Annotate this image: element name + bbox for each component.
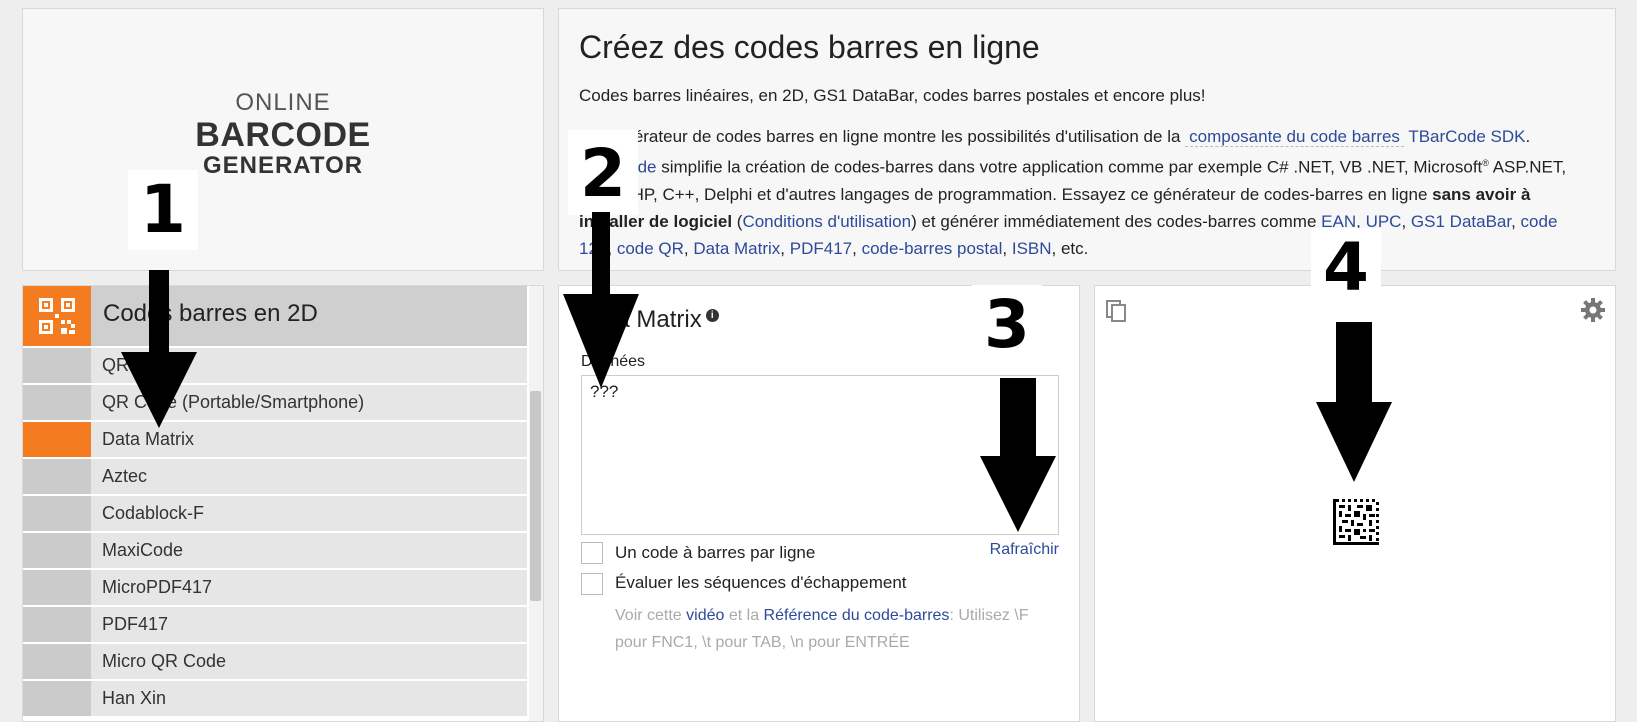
list-item-maxicode[interactable]: MaxiCode bbox=[23, 533, 527, 568]
refresh-link[interactable]: Rafraîchir bbox=[990, 541, 1059, 559]
list-item-label: PDF417 bbox=[102, 614, 169, 634]
list-item-qr-code[interactable]: QR Code bbox=[23, 348, 527, 383]
list-item-label: Codablock-F bbox=[102, 503, 205, 523]
one-barcode-per-line-label: Un code à barres par ligne bbox=[615, 543, 816, 562]
qr-code-icon bbox=[23, 286, 91, 346]
escape-hint: Voir cette vidéo et la Référence du code… bbox=[615, 602, 1055, 656]
annotation-number-2: 2 bbox=[568, 130, 638, 215]
list-item-pdf417[interactable]: PDF417 bbox=[23, 607, 527, 642]
list-item-codablock-f[interactable]: Codablock-F bbox=[23, 496, 527, 531]
list-item-label: Data Matrix bbox=[102, 429, 195, 449]
annotation-number-4: 4 bbox=[1311, 228, 1381, 308]
list-item-label: Aztec bbox=[102, 466, 148, 486]
hint-text: Voir cette bbox=[615, 607, 687, 624]
list-item-label: Micro QR Code bbox=[102, 651, 227, 671]
list-item-label: MicroPDF417 bbox=[102, 577, 213, 597]
annotation-number-1: 1 bbox=[128, 170, 198, 250]
barcode-type-list: Codes barres en 2D QR Code QR Code (Port… bbox=[22, 285, 544, 722]
link-pdf417[interactable]: PDF417 bbox=[790, 239, 852, 258]
list-item-label: Han Xin bbox=[102, 688, 167, 708]
link-tbarcode-sdk[interactable]: TBarCode SDK bbox=[1408, 127, 1525, 146]
annotation-number-3: 3 bbox=[972, 285, 1042, 365]
intro-text: . bbox=[1525, 127, 1531, 146]
link-video[interactable]: vidéo bbox=[686, 607, 724, 624]
list-item-qr-code-mobile[interactable]: QR Code (Portable/Smartphone) bbox=[23, 385, 527, 420]
scrollbar-thumb[interactable] bbox=[530, 391, 541, 601]
logo-line-barcode: BARCODE bbox=[195, 116, 371, 154]
intro-text: Ce générateur de codes barres en ligne m… bbox=[579, 127, 1186, 146]
link-isbn[interactable]: ISBN bbox=[1012, 239, 1052, 258]
intro-panel: Créez des codes barres en ligne Codes ba… bbox=[558, 8, 1616, 271]
annotation-arrow-1 bbox=[121, 270, 197, 428]
intro-text: ) et générer immédiatement des codes-bar… bbox=[911, 211, 1322, 231]
intro-subtitle: Codes barres linéaires, en 2D, GS1 DataB… bbox=[579, 86, 1206, 105]
annotation-arrow-2 bbox=[563, 212, 639, 388]
intro-text: ( bbox=[732, 211, 743, 231]
logo-line-online: ONLINE bbox=[235, 89, 331, 116]
site-logo[interactable]: ONLINE BARCODE GENERATOR bbox=[23, 89, 543, 179]
info-icon[interactable]: i bbox=[705, 309, 719, 322]
intro-text: , etc. bbox=[1051, 238, 1089, 258]
list-item-label: MaxiCode bbox=[102, 540, 184, 560]
list-item-han-xin[interactable]: Han Xin bbox=[23, 681, 527, 716]
list-item-micro-qr-code[interactable]: Micro QR Code bbox=[23, 644, 527, 679]
logo-line-generator: GENERATOR bbox=[202, 152, 364, 179]
gear-icon[interactable] bbox=[1581, 298, 1605, 327]
intro-description: Ce générateur de codes barres en ligne m… bbox=[579, 127, 1567, 258]
link-gs1-databar[interactable]: GS1 DataBar bbox=[1411, 212, 1511, 231]
escape-sequences-label: Évaluer les séquences d'échappement bbox=[615, 573, 907, 592]
annotation-arrow-3 bbox=[980, 378, 1056, 532]
link-barcode-reference[interactable]: Référence du code-barres bbox=[764, 607, 950, 624]
one-barcode-per-line-checkbox[interactable] bbox=[581, 542, 603, 564]
copy-icon[interactable] bbox=[1105, 299, 1127, 328]
link-barcode-component[interactable]: composante du code barres bbox=[1185, 127, 1404, 147]
list-item-data-matrix[interactable]: Data Matrix bbox=[23, 422, 527, 457]
hint-text: et la bbox=[724, 607, 764, 624]
annotation-arrow-4 bbox=[1316, 322, 1392, 482]
link-terms[interactable]: Conditions d'utilisation bbox=[742, 212, 911, 231]
registered-mark: ® bbox=[1482, 158, 1489, 168]
page-title: Créez des codes barres en ligne bbox=[579, 29, 1040, 65]
list-item-aztec[interactable]: Aztec bbox=[23, 459, 527, 494]
link-postal-barcode[interactable]: code-barres postal bbox=[862, 239, 1003, 258]
list-scrollbar[interactable] bbox=[529, 286, 543, 721]
intro-text: simplifie la création de codes-barres da… bbox=[656, 157, 1483, 177]
escape-sequences-checkbox[interactable] bbox=[581, 573, 603, 595]
list-item-micropdf417[interactable]: MicroPDF417 bbox=[23, 570, 527, 605]
category-header[interactable]: Codes barres en 2D bbox=[23, 286, 527, 346]
link-data-matrix[interactable]: Data Matrix bbox=[693, 239, 780, 258]
logo-panel: ONLINE BARCODE GENERATOR bbox=[22, 8, 544, 271]
data-matrix-barcode bbox=[1333, 499, 1379, 550]
